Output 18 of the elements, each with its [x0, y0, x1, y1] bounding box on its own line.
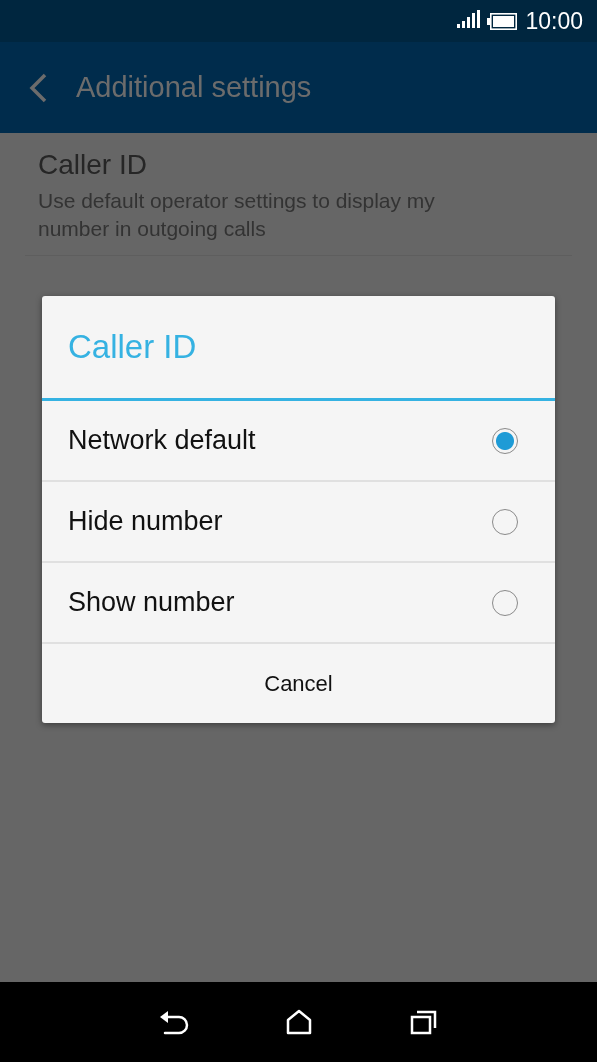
option-label: Network default — [68, 425, 256, 456]
option-row[interactable]: Network default — [42, 401, 555, 482]
back-icon[interactable] — [158, 1009, 189, 1035]
recent-apps-icon[interactable] — [410, 1009, 439, 1035]
option-row[interactable]: Show number — [42, 563, 555, 644]
cancel-button[interactable]: Cancel — [42, 644, 555, 723]
screen-title: Additional settings — [76, 71, 312, 104]
option-label: Show number — [68, 587, 235, 618]
option-row[interactable]: Hide number — [42, 482, 555, 563]
signal-icon — [457, 10, 482, 28]
battery-icon — [487, 12, 518, 30]
option-label: Hide number — [68, 506, 223, 537]
clock: 10:00 — [525, 7, 583, 35]
radio-button[interactable] — [492, 427, 518, 454]
radio-button[interactable] — [492, 508, 518, 535]
dialog-title: Caller ID — [42, 296, 555, 401]
radio-button[interactable] — [492, 589, 518, 616]
home-icon[interactable] — [286, 1009, 313, 1035]
